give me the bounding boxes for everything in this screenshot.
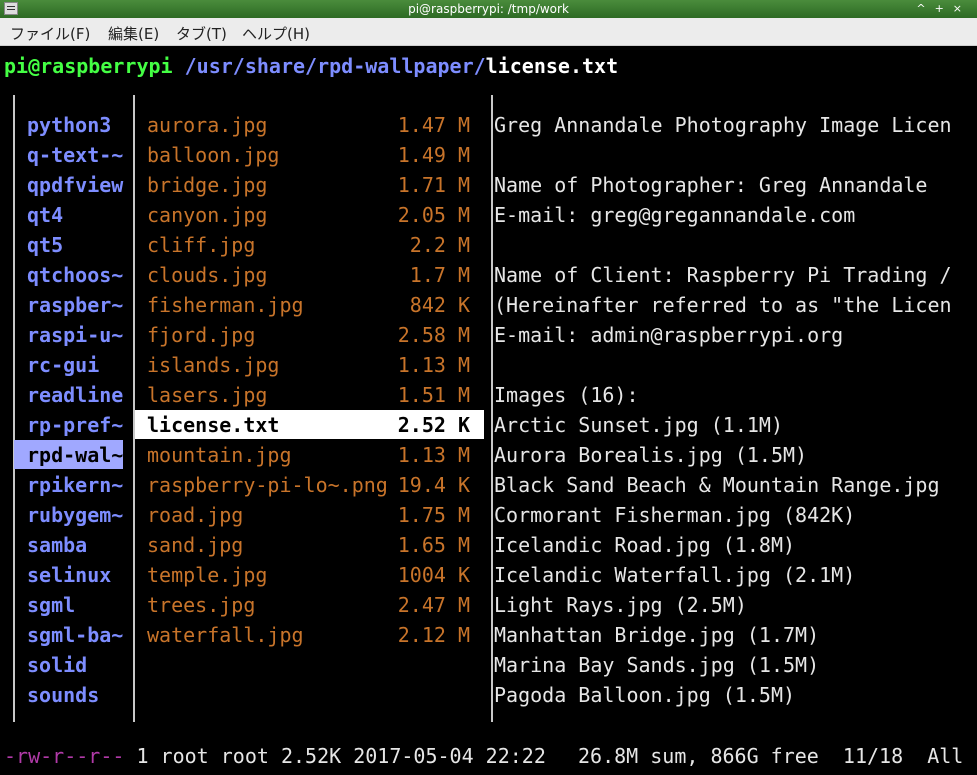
maximize-icon[interactable]: + <box>935 2 953 15</box>
file-size: 1.13 M <box>397 443 470 467</box>
file-name: trees.jpg <box>147 593 256 617</box>
file-name: cliff.jpg <box>147 233 256 257</box>
preview-line: Arctic Sunset.jpg (1.1M) <box>494 413 783 437</box>
parent-dir-item[interactable]: sounds <box>27 680 99 710</box>
preview-line: Icelandic Road.jpg (1.8M) <box>494 533 796 557</box>
menu-edit[interactable]: 編集(E) <box>108 23 159 44</box>
file-name: raspberry-pi-lo~.png <box>147 473 388 497</box>
path-line: pi@raspberrypi /usr/share/rpd-wallpaper/… <box>4 52 618 80</box>
file-size: 2.05 M <box>397 203 470 227</box>
file-size: 1.75 M <box>397 503 470 527</box>
prompt-user-host: pi@raspberrypi <box>4 54 173 78</box>
preview-line: Greg Annandale Photography Image Licen <box>494 113 952 137</box>
menu-bar: ファイル(F) 編集(E) タブ(T) ヘルプ(H) <box>0 18 977 46</box>
file-size: 2.47 M <box>397 593 470 617</box>
file-size: 1.47 M <box>397 113 470 137</box>
parent-dir-item[interactable]: qt5 <box>27 230 63 260</box>
parent-dir-item[interactable]: readline <box>27 380 123 410</box>
file-name: mountain.jpg <box>147 443 292 467</box>
preview-line: Pagoda Balloon.jpg (1.5M) <box>494 683 796 707</box>
parent-dir-item[interactable]: python3 <box>27 110 111 140</box>
status-summary: 26.8M sum, 866G free 11/18 All <box>578 744 964 768</box>
file-size: 1.49 M <box>397 143 470 167</box>
file-name: balloon.jpg <box>147 143 280 167</box>
preview-line: Name of Client: Raspberry Pi Trading / <box>494 263 952 287</box>
preview-line: Images (16): <box>494 383 639 407</box>
file-size: 842 K <box>409 293 470 317</box>
prompt-dir: /usr/share/rpd-wallpaper/ <box>172 54 486 78</box>
preview-line: Marina Bay Sands.jpg (1.5M) <box>494 653 820 677</box>
window-title: pi@raspberrypi: /tmp/work <box>408 2 569 16</box>
file-name: fjord.jpg <box>147 323 256 347</box>
file-size: 19.4 K <box>397 473 470 497</box>
file-name: islands.jpg <box>147 353 280 377</box>
file-name: waterfall.jpg <box>147 623 304 647</box>
parent-dir-item[interactable]: q-text-~ <box>27 140 123 170</box>
parent-dir-item[interactable]: qpdfview <box>27 170 123 200</box>
file-name: canyon.jpg <box>147 203 268 227</box>
file-name: fisherman.jpg <box>147 293 304 317</box>
parent-dir-item[interactable]: solid <box>27 650 87 680</box>
parent-dir-item[interactable]: samba <box>27 530 87 560</box>
file-size: 2.12 M <box>397 623 470 647</box>
parent-dir-item[interactable]: rp-pref~ <box>27 410 123 440</box>
file-name: sand.jpg <box>147 533 244 557</box>
preview-line: Name of Photographer: Greg Annandale <box>494 173 928 197</box>
file-info: 1 root root 2.52K 2017-05-04 22:22 <box>124 744 546 768</box>
parent-dir-item[interactable]: selinux <box>27 560 111 590</box>
window-titlebar: pi@raspberrypi: /tmp/work ^+× <box>0 0 977 18</box>
parent-dir-item[interactable]: qtchoos~ <box>27 260 123 290</box>
preview-line: E-mail: greg@gregannandale.com <box>494 203 856 227</box>
file-size: 1004 K <box>397 563 470 587</box>
preview-line: Aurora Borealis.jpg (1.5M) <box>494 443 808 467</box>
menu-file[interactable]: ファイル(F) <box>10 23 90 44</box>
file-size: 2.58 M <box>397 323 470 347</box>
file-size: 1.51 M <box>397 383 470 407</box>
parent-dir-item[interactable]: qt4 <box>27 200 63 230</box>
file-name: temple.jpg <box>147 563 268 587</box>
minimize-icon[interactable]: ^ <box>916 2 934 15</box>
file-size: 2.52 K <box>397 413 470 437</box>
file-size: 1.71 M <box>397 173 470 197</box>
file-name: road.jpg <box>147 503 244 527</box>
parent-dir-item[interactable]: rpikern~ <box>27 470 123 500</box>
preview-line: Icelandic Waterfall.jpg (2.1M) <box>494 563 856 587</box>
preview-line: Manhattan Bridge.jpg (1.7M) <box>494 623 820 647</box>
file-name: license.txt <box>147 413 280 437</box>
preview-line: E-mail: admin@raspberrypi.org <box>494 323 844 347</box>
file-name: bridge.jpg <box>147 173 268 197</box>
parent-dir-item[interactable]: rc-gui <box>27 350 99 380</box>
preview-line: Black Sand Beach & Mountain Range.jpg <box>494 473 940 497</box>
parent-dir-item[interactable]: rpd-wal~ <box>27 440 123 470</box>
parent-dir-item[interactable]: sgml-ba~ <box>27 620 123 650</box>
file-size: 1.65 M <box>397 533 470 557</box>
file-permissions: -rw-r--r-- <box>4 744 125 768</box>
status-bar: -rw-r--r-- 1 root root 2.52K 2017-05-04 … <box>4 741 963 771</box>
file-size: 2.2 M <box>409 233 470 257</box>
preview-line: Cormorant Fisherman.jpg (842K) <box>494 503 856 527</box>
file-name: aurora.jpg <box>147 113 268 137</box>
menu-tabs[interactable]: タブ(T) <box>176 23 227 44</box>
parent-dir-item[interactable]: raspber~ <box>27 290 123 320</box>
preview-line: Light Rays.jpg (2.5M) <box>494 593 747 617</box>
parent-dir-item[interactable]: sgml <box>27 590 75 620</box>
column-separator <box>133 95 135 722</box>
preview-line: (Hereinafter referred to as "the Licen <box>494 293 952 317</box>
file-name: clouds.jpg <box>147 263 268 287</box>
file-name: lasers.jpg <box>147 383 268 407</box>
window-controls: ^+× <box>916 0 971 18</box>
parent-dir-item[interactable]: raspi-u~ <box>27 320 123 350</box>
column-separator <box>13 95 15 722</box>
menu-help[interactable]: ヘルプ(H) <box>242 23 310 44</box>
prompt-file: license.txt <box>485 54 619 78</box>
file-size: 1.7 M <box>409 263 470 287</box>
parent-dir-item[interactable]: rubygem~ <box>27 500 123 530</box>
file-size: 1.13 M <box>397 353 470 377</box>
column-separator <box>491 95 493 722</box>
close-icon[interactable]: × <box>953 2 971 15</box>
